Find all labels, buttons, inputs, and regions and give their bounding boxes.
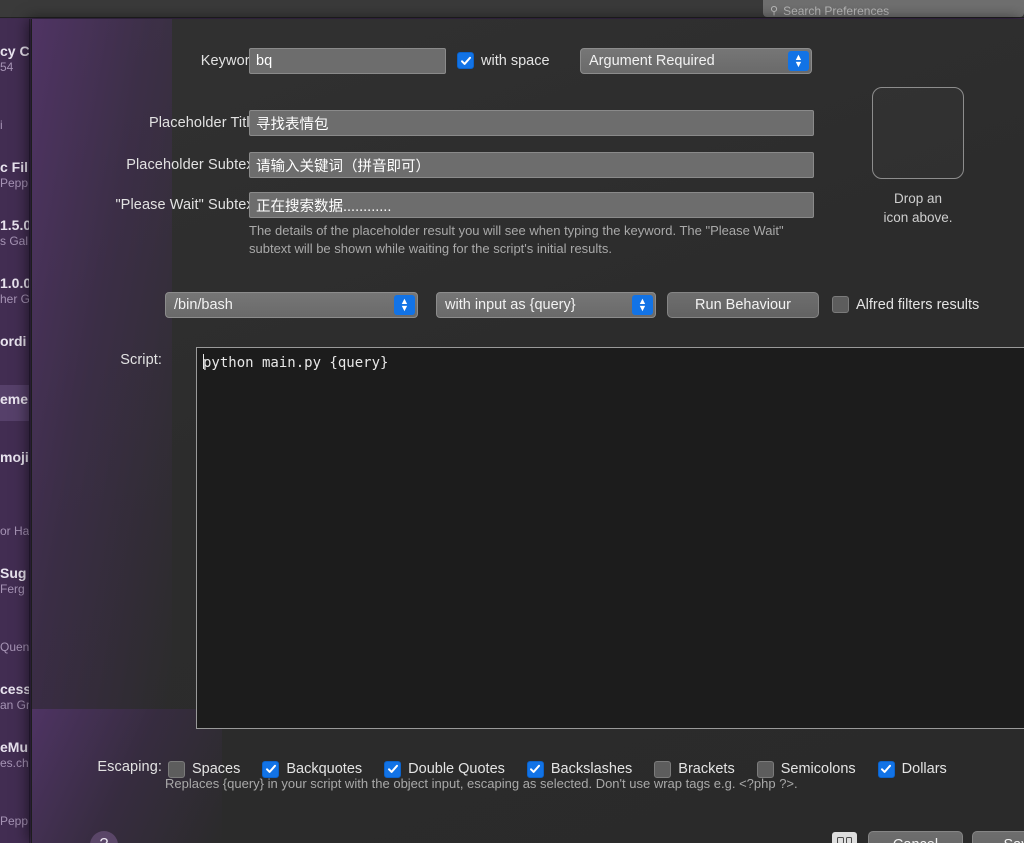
icon-drop-caption-line2: icon above. <box>883 210 953 225</box>
list-item-title: 1.5.0 <box>0 217 30 233</box>
grid-icon <box>837 837 852 843</box>
search-preferences-placeholder: Search Preferences <box>783 4 890 17</box>
list-item-subtitle: 54 <box>0 60 14 74</box>
list-item-title: ordi <box>0 333 27 349</box>
chevron-updown-icon: ▲ ▼ <box>632 295 653 315</box>
language-select[interactable]: /bin/bash ▲ ▼ <box>165 292 418 318</box>
input-mode-select[interactable]: with input as {query} ▲ ▼ <box>436 292 656 318</box>
script-filter-config-sheet: Keyword: bq with space Argument Required… <box>31 19 1024 843</box>
list-item-title: 1.0.0 <box>0 275 30 291</box>
list-item-title: Sug <box>0 565 27 581</box>
placeholder-subtext-label: Placeholder Subtext: <box>126 157 262 173</box>
run-behaviour-button[interactable]: Run Behaviour <box>667 292 819 318</box>
list-item-subtitle: Pepp <box>0 814 29 828</box>
list-item-subtitle: Pepp <box>0 176 29 190</box>
chevron-updown-icon: ▲ ▼ <box>394 295 415 315</box>
help-button[interactable]: ? <box>90 831 118 843</box>
chevron-updown-icon: ▲ ▼ <box>788 51 809 71</box>
placeholder-title-label: Placeholder Title: <box>148 115 262 131</box>
placeholder-subtext-value: 请输入关键词（拼音即可） <box>256 158 430 175</box>
list-item-subtitle: Quen <box>0 640 30 654</box>
list-item-title: c Fil <box>0 159 29 175</box>
with-space-checkbox[interactable]: with space <box>457 52 550 69</box>
language-value: /bin/bash <box>174 297 233 313</box>
with-space-label: with space <box>481 52 550 69</box>
list-item-subtitle: her G <box>0 292 30 306</box>
list-item-subtitle: es.ch <box>0 756 29 770</box>
please-wait-subtext-input[interactable]: 正在搜索数据............ <box>249 192 814 218</box>
placeholder-subtext-input[interactable]: 请输入关键词（拼音即可） <box>249 152 814 178</box>
alfred-filters-results-checkbox-box <box>832 296 849 313</box>
escaping-hint-text: Replaces {query} in your script with the… <box>165 776 798 791</box>
search-preferences-field[interactable]: ⚲ Search Preferences <box>763 0 1024 17</box>
icon-drop-well[interactable] <box>872 87 964 179</box>
icon-drop-caption-line1: Drop an <box>893 191 943 206</box>
input-mode-value: with input as {query} <box>445 297 576 313</box>
keyword-input-value: bq <box>256 53 273 69</box>
list-item-subtitle: Ferg <box>0 582 25 596</box>
list-item-title: cy C <box>0 43 30 59</box>
script-editor[interactable]: python main.py {query} <box>196 347 1024 729</box>
list-item-title: eme <box>0 391 29 407</box>
keyword-label: Keyword: <box>200 53 262 69</box>
list-item-subtitle: s Gal <box>0 234 29 248</box>
search-icon: ⚲ <box>770 5 779 17</box>
with-space-checkbox-box <box>457 52 474 69</box>
script-editor-value: python main.py {query} <box>203 355 389 371</box>
alfred-filters-results-label: Alfred filters results <box>856 296 980 313</box>
list-item-title: eMu <box>0 739 28 755</box>
alfred-filters-results-checkbox[interactable]: Alfred filters results <box>832 296 979 313</box>
list-item-title: cess <box>0 681 30 697</box>
list-item-subtitle: or Ha <box>0 524 30 538</box>
please-wait-subtext-label: "Please Wait" Subtext: <box>115 197 262 213</box>
placeholder-title-value: 寻找表情包 <box>256 116 329 133</box>
save-button[interactable]: Save <box>972 831 1024 843</box>
placeholder-hint-text: The details of the placeholder result yo… <box>249 223 784 256</box>
placeholder-title-input[interactable]: 寻找表情包 <box>249 110 814 136</box>
list-item-title: moji <box>0 449 29 465</box>
list-item-subtitle: an Gr <box>0 698 30 712</box>
escaping-label: Escaping: <box>97 759 162 775</box>
keyword-input[interactable]: bq <box>249 48 446 74</box>
list-item-subtitle: i <box>0 118 3 132</box>
argument-mode-value: Argument Required <box>589 53 715 69</box>
grid-icon-button[interactable] <box>832 832 857 843</box>
workflow-results-list[interactable]: cy C 54 i c Fil Pepp 1.5.0 s Gal 1.0.0 her Gordi… <box>0 19 30 843</box>
please-wait-subtext-value: 正在搜索数据............ <box>256 198 392 215</box>
script-label: Script: <box>120 352 162 368</box>
cancel-button[interactable]: Cancel <box>868 831 963 843</box>
icon-drop-caption: Drop an icon above. <box>852 189 984 227</box>
argument-mode-select[interactable]: Argument Required ▲ ▼ <box>580 48 812 74</box>
